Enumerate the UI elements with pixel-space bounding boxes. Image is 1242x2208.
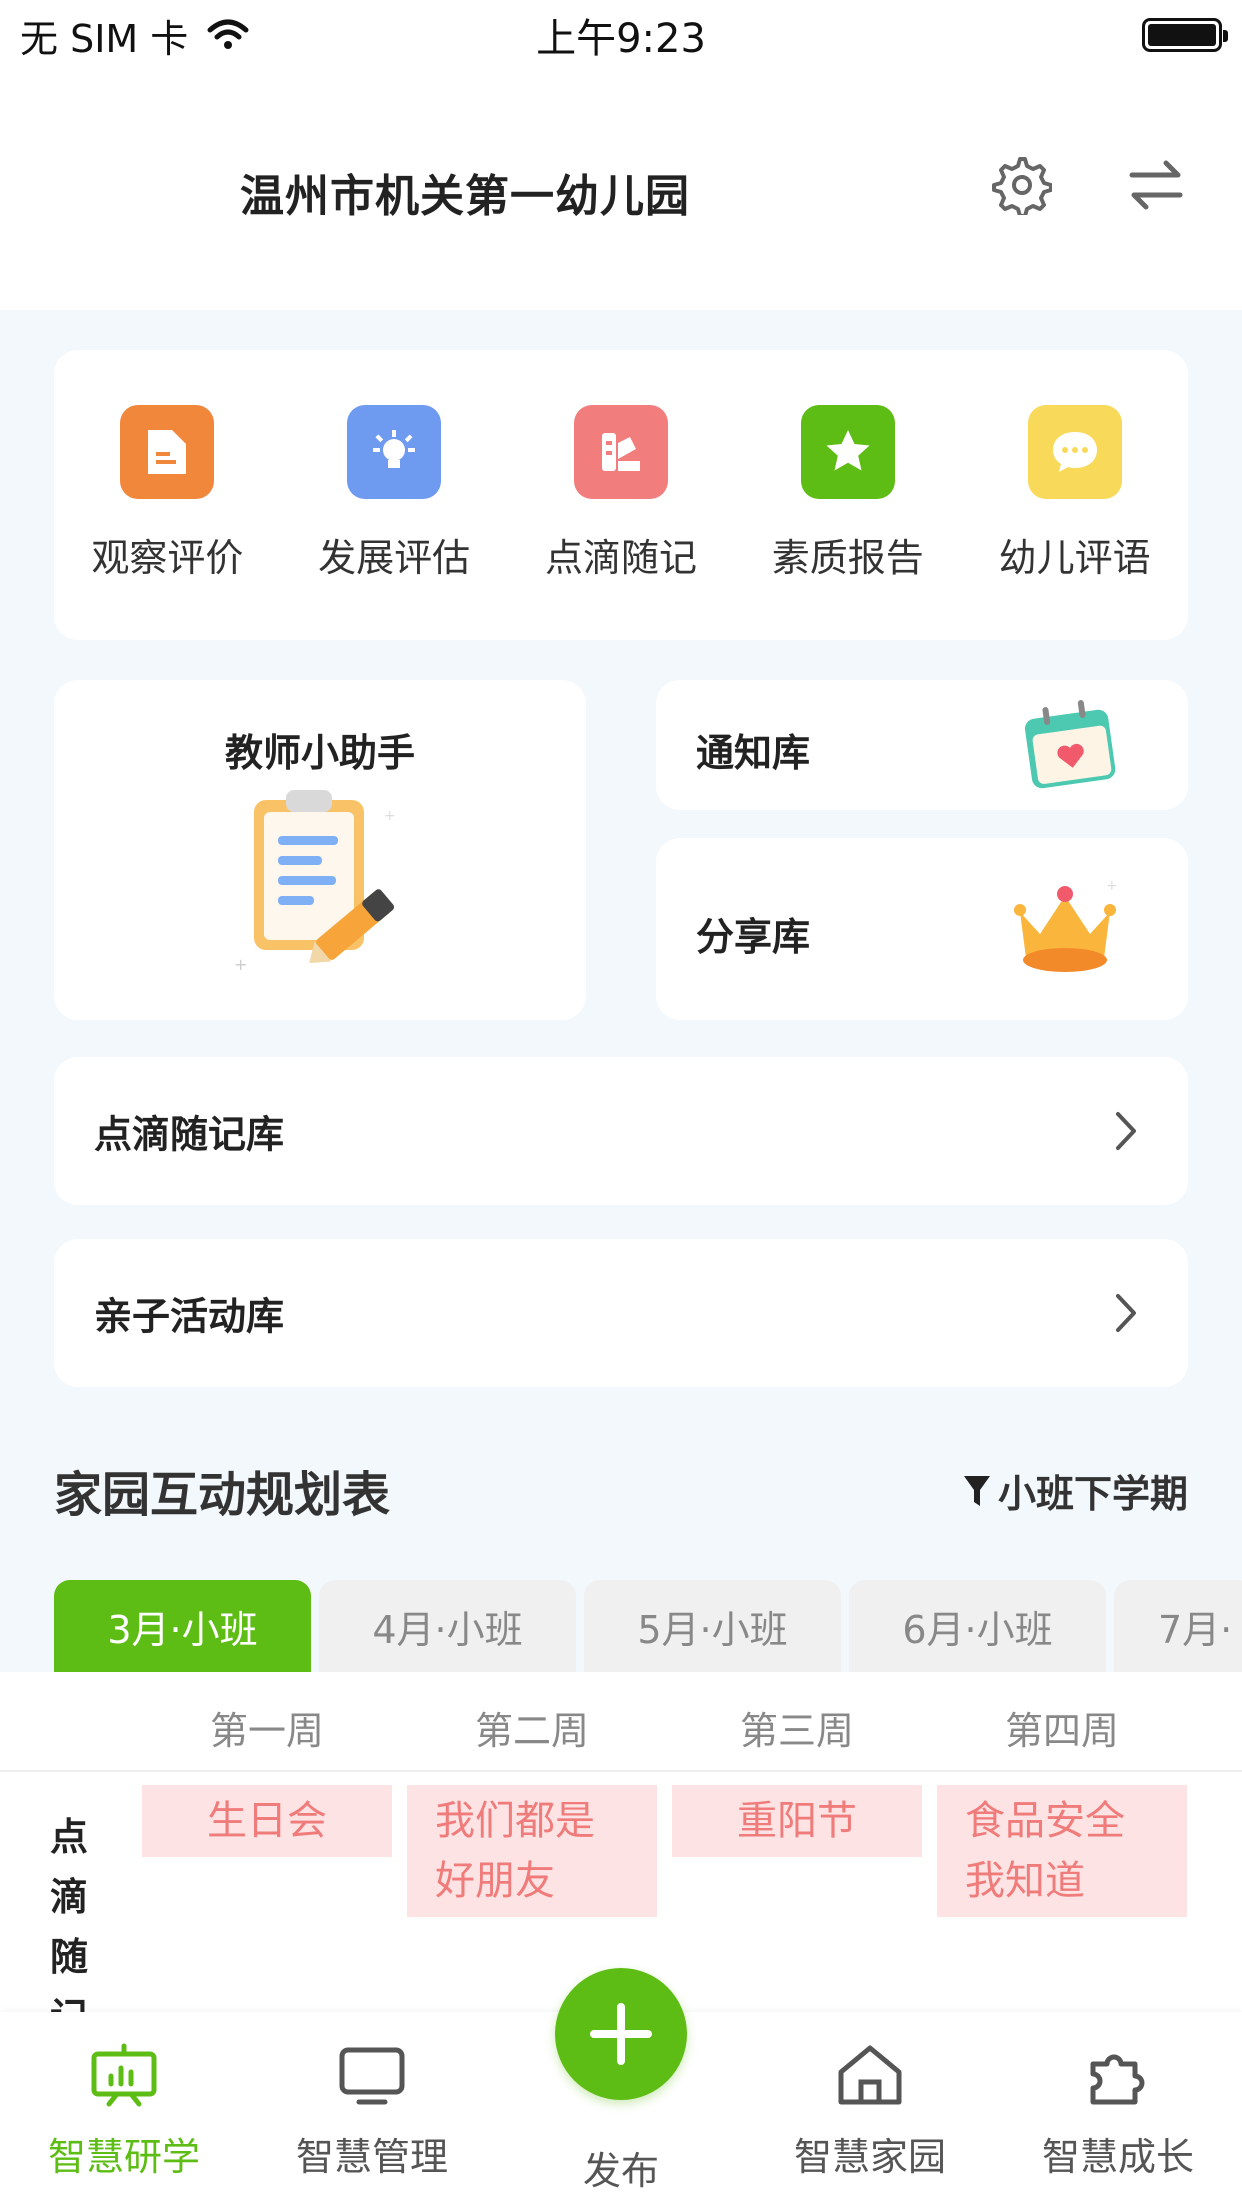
notes-library-row[interactable]: 点滴随记库 bbox=[54, 1057, 1188, 1205]
quick-action-notes[interactable]: 点滴随记 bbox=[521, 405, 721, 640]
tab-label: 智慧家园 bbox=[793, 2135, 946, 2179]
week-1-header: 第一周 bbox=[209, 1709, 324, 1753]
tab-march[interactable]: 3月·小班 bbox=[54, 1580, 311, 1672]
activity-library-title: 亲子活动库 bbox=[94, 1294, 285, 1339]
settings-button[interactable] bbox=[987, 150, 1057, 220]
crown-icon: + bbox=[1014, 878, 1118, 972]
week-3-header: 第三周 bbox=[739, 1709, 854, 1753]
switch-button[interactable] bbox=[1121, 150, 1191, 220]
week-header: 第一周 第二周 第三周 第四周 bbox=[0, 1672, 1242, 1772]
quick-action-label: 素质报告 bbox=[771, 536, 924, 580]
event-cell[interactable]: 食品安全我知道 bbox=[937, 1785, 1187, 1917]
svg-text:+: + bbox=[1106, 878, 1118, 894]
tab-label: 智慧研学 bbox=[47, 2135, 200, 2179]
share-library-title: 分享库 bbox=[696, 915, 811, 959]
carrier-label: 无 SIM 卡 bbox=[20, 16, 189, 61]
document-icon bbox=[120, 405, 215, 499]
quick-action-label: 发展评估 bbox=[318, 536, 471, 580]
month-tabs: 3月·小班 4月·小班 5月·小班 6月·小班 7月· bbox=[54, 1580, 1242, 1672]
quick-action-comments[interactable]: 幼儿评语 bbox=[975, 405, 1175, 640]
page-title: 温州市机关第一幼儿园 bbox=[240, 171, 690, 222]
week-2-header: 第二周 bbox=[474, 1709, 589, 1753]
star-icon bbox=[800, 405, 895, 499]
monitor-icon bbox=[339, 2047, 405, 2105]
quick-actions-card: 观察评价 发展评估 点滴随记 素质报告 幼儿评语 bbox=[54, 350, 1188, 640]
tab-april[interactable]: 4月·小班 bbox=[319, 1580, 576, 1672]
calendar-heart-icon bbox=[1024, 700, 1116, 789]
wifi-icon bbox=[207, 19, 249, 49]
lightbulb-icon bbox=[347, 405, 442, 499]
svg-text:+: + bbox=[384, 808, 396, 824]
svg-text:+: + bbox=[234, 955, 247, 974]
activity-library-row[interactable]: 亲子活动库 bbox=[54, 1239, 1188, 1387]
quick-action-label: 观察评价 bbox=[91, 536, 244, 580]
header: 温州市机关第一幼儿园 bbox=[0, 70, 1242, 310]
share-library-card[interactable]: 分享库 + bbox=[656, 838, 1188, 1020]
chevron-right-icon bbox=[1116, 1112, 1136, 1150]
tab-smart-growth[interactable]: 智慧成长 bbox=[1008, 2042, 1228, 2181]
notice-library-card[interactable]: 通知库 bbox=[656, 680, 1188, 810]
quick-action-development[interactable]: 发展评估 bbox=[294, 405, 494, 640]
gear-icon bbox=[992, 157, 1052, 215]
semester-filter-label: 小班下学期 bbox=[997, 1472, 1188, 1516]
quick-action-report[interactable]: 素质报告 bbox=[748, 405, 948, 640]
teacher-assistant-title: 教师小助手 bbox=[224, 731, 415, 775]
notes-library-title: 点滴随记库 bbox=[94, 1112, 285, 1157]
week-4-header: 第四周 bbox=[1004, 1709, 1119, 1753]
planner-title: 家园互动规划表 bbox=[54, 1467, 391, 1523]
chevron-right-icon bbox=[1116, 1294, 1136, 1332]
chat-icon bbox=[1027, 405, 1122, 499]
tab-label: 智慧管理 bbox=[295, 2135, 448, 2179]
tab-may[interactable]: 5月·小班 bbox=[584, 1580, 841, 1672]
semester-filter[interactable]: 小班下学期 bbox=[962, 1463, 1188, 1518]
publish-button[interactable] bbox=[555, 1968, 687, 2100]
filter-icon bbox=[963, 1475, 990, 1506]
tab-june[interactable]: 6月·小班 bbox=[849, 1580, 1106, 1672]
notice-library-title: 通知库 bbox=[696, 731, 811, 775]
tab-smart-home[interactable]: 智慧家园 bbox=[760, 2042, 980, 2181]
teacher-assistant-card[interactable]: 教师小助手 + + bbox=[54, 680, 586, 1020]
puzzle-icon bbox=[1090, 2054, 1145, 2105]
event-cell[interactable]: 重阳节 bbox=[672, 1785, 922, 1857]
clipboard-pencil-icon: + + bbox=[234, 790, 396, 974]
swap-arrows-icon bbox=[1129, 160, 1183, 210]
presentation-board-icon bbox=[91, 2043, 157, 2107]
palette-icon bbox=[573, 405, 668, 499]
tab-smart-study[interactable]: 智慧研学 bbox=[14, 2042, 234, 2181]
battery-icon bbox=[1142, 18, 1228, 52]
tab-july[interactable]: 7月· bbox=[1114, 1580, 1242, 1672]
status-bar: 无 SIM 卡 上午9:23 bbox=[0, 0, 1242, 70]
event-cell[interactable]: 我们都是好朋友 bbox=[407, 1785, 657, 1917]
notes-row-label: 点滴随记 bbox=[50, 1815, 89, 2012]
quick-action-label: 点滴随记 bbox=[544, 536, 697, 580]
tab-label: 智慧成长 bbox=[1041, 2135, 1194, 2179]
house-icon bbox=[838, 2045, 902, 2105]
plus-icon bbox=[590, 2003, 652, 2065]
planner-table: 第一周 第二周 第三周 第四周 点滴随记 生日会 我们都是好朋友 重阳节 食品安… bbox=[0, 1672, 1242, 2012]
quick-action-observation[interactable]: 观察评价 bbox=[67, 405, 267, 640]
publish-label: 发布 bbox=[582, 2149, 659, 2193]
event-cell[interactable]: 生日会 bbox=[142, 1785, 392, 1857]
quick-action-label: 幼儿评语 bbox=[998, 536, 1151, 580]
tab-smart-management[interactable]: 智慧管理 bbox=[262, 2042, 482, 2181]
